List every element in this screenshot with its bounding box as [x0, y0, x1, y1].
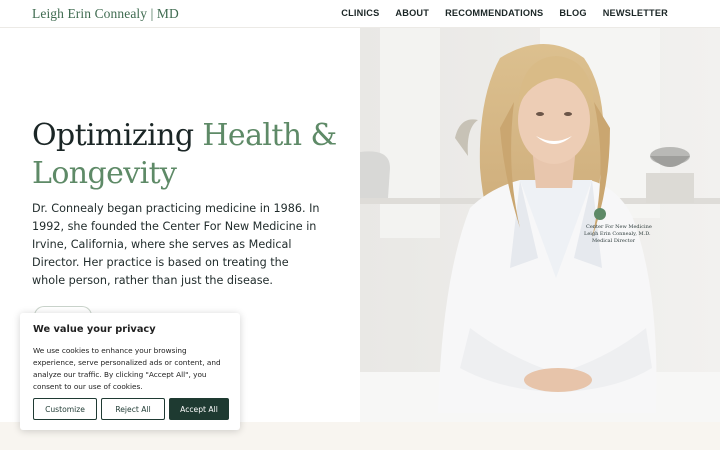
cookie-title: We value your privacy — [33, 324, 156, 335]
headline-main: Optimizing — [32, 118, 203, 153]
embroidery-line-2: Leigh Erin Connealy, M.D. — [584, 231, 651, 237]
embroidery-line-1: Center For New Medicine — [586, 224, 652, 230]
reject-all-button[interactable]: Reject All — [101, 398, 165, 420]
customize-button[interactable]: Customize — [33, 398, 97, 420]
main-nav: CLINICS ABOUT RECOMMENDATIONS BLOG NEWSL… — [341, 8, 668, 18]
nav-recommendations[interactable]: RECOMMENDATIONS — [445, 8, 543, 18]
site-header: Leigh Erin Connealy | MD CLINICS ABOUT R… — [0, 0, 720, 28]
site-logo[interactable]: Leigh Erin Connealy | MD — [32, 6, 179, 22]
nav-blog[interactable]: BLOG — [559, 8, 586, 18]
cookie-consent-banner: We value your privacy We use cookies to … — [20, 313, 240, 430]
accept-all-button[interactable]: Accept All — [169, 398, 229, 420]
doctor-portrait: Center For New Medicine Leigh Erin Conne… — [360, 28, 720, 422]
nav-about[interactable]: ABOUT — [395, 8, 429, 18]
cookie-text: We use cookies to enhance your browsing … — [33, 346, 221, 391]
embroidery-line-3: Medical Director — [592, 238, 636, 244]
nav-newsletter[interactable]: NEWSLETTER — [603, 8, 668, 18]
hero-headline: Optimizing Health & Longevity — [32, 117, 342, 193]
nav-clinics[interactable]: CLINICS — [341, 8, 379, 18]
hero-intro-text: Dr. Connealy began practicing medicine i… — [32, 202, 320, 287]
portrait-illustration: Center For New Medicine Leigh Erin Conne… — [360, 28, 720, 422]
cookie-actions: Customize Reject All Accept All — [33, 398, 229, 420]
